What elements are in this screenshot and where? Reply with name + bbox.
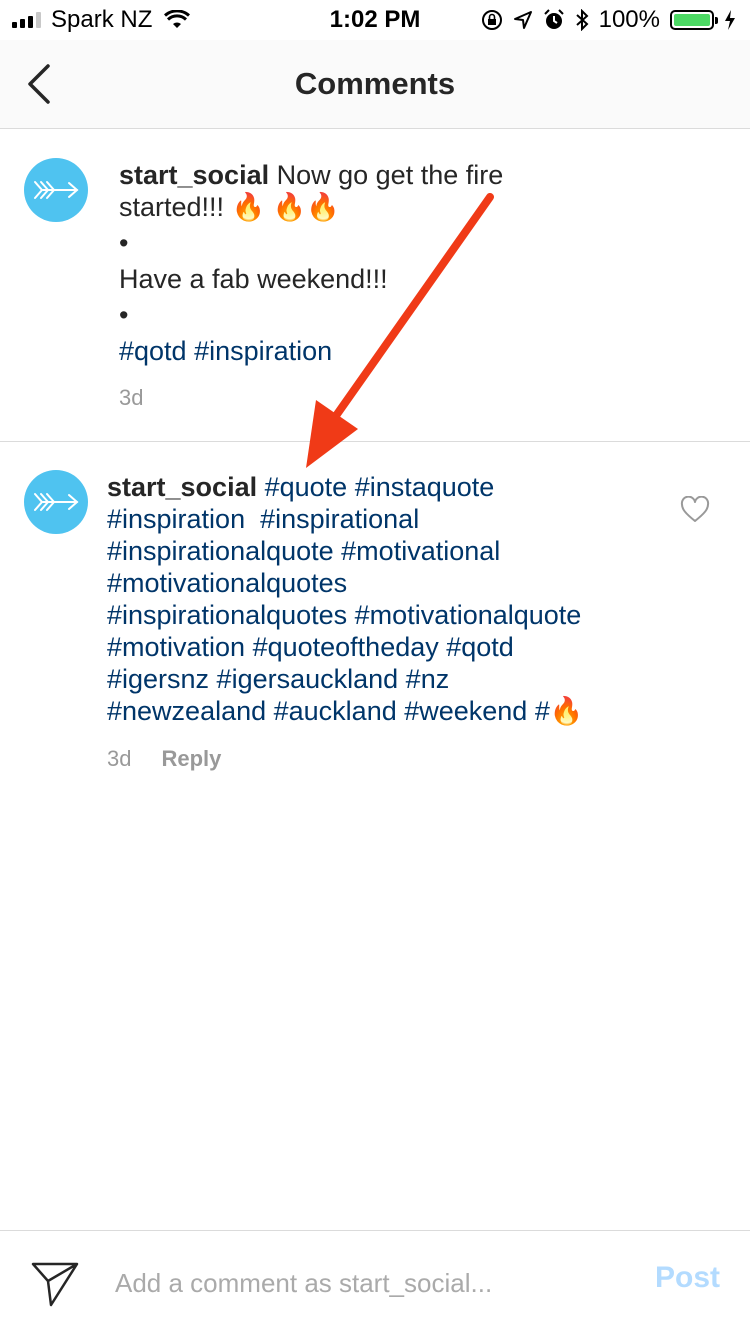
comment-username[interactable]: start_social	[119, 160, 269, 190]
alarm-icon	[543, 9, 564, 29]
location-icon	[513, 11, 532, 29]
rotation-lock-icon	[481, 10, 502, 30]
bullet-line: •	[119, 300, 129, 330]
back-button[interactable]	[20, 60, 64, 108]
paper-plane-icon	[31, 1262, 79, 1307]
battery-icon	[670, 10, 718, 30]
comment-composer: Post	[0, 1230, 750, 1335]
avatar[interactable]	[24, 158, 88, 222]
hashtag-line[interactable]: #igersnz #igersauckland #nz	[107, 663, 667, 695]
battery-percentage: 100%	[598, 6, 660, 33]
comment-username[interactable]: start_social	[107, 472, 257, 502]
hashtag-line[interactable]: #inspirationalquote #motivational	[107, 535, 667, 567]
hashtag-line[interactable]: #inspiration #inspirational	[107, 503, 667, 535]
comment-body: start_social #quote #instaquote #inspira…	[107, 471, 667, 727]
comment-text-line: started!!! 🔥 🔥🔥	[119, 192, 340, 222]
hashtag-line[interactable]: #inspirationalquotes #motivationalquote	[107, 599, 667, 631]
hashtag-line[interactable]: #motivationalquotes	[107, 567, 667, 599]
navigation-header: Comments	[0, 40, 750, 129]
comment-body: start_social Now go get the fire started…	[119, 159, 719, 367]
bluetooth-icon	[575, 9, 589, 31]
avatar[interactable]	[24, 470, 88, 534]
comment-text-line: Have a fab weekend!!!	[119, 264, 388, 294]
like-button[interactable]	[680, 495, 710, 524]
hashtag-line[interactable]: #quote #instaquote	[265, 472, 495, 502]
hashtag-line[interactable]: #motivation #quoteoftheday #qotd	[107, 631, 667, 663]
page-title: Comments	[294, 66, 456, 101]
hashtag-line[interactable]: #qotd #inspiration	[119, 335, 719, 367]
chevron-left-icon	[28, 64, 50, 104]
comment-item: start_social #quote #instaquote #inspira…	[0, 442, 750, 802]
comment-timestamp: 3d	[107, 746, 132, 771]
comment-input[interactable]	[115, 1261, 605, 1305]
comment-meta: 3d Reply	[107, 746, 221, 772]
comment-timestamp: 3d	[119, 385, 144, 410]
post-button[interactable]: Post	[655, 1261, 720, 1295]
reply-button[interactable]: Reply	[161, 746, 221, 771]
arrow-logo-icon	[34, 493, 79, 511]
charging-icon	[725, 10, 735, 30]
heart-outline-icon	[680, 495, 710, 522]
caption-comment: start_social Now go get the fire started…	[0, 129, 750, 441]
direct-message-button[interactable]	[30, 1261, 80, 1307]
status-bar: Spark NZ 1:02 PM 100%	[0, 0, 750, 40]
arrow-logo-icon	[34, 181, 79, 199]
bullet-line: •	[119, 228, 129, 258]
hashtag-line[interactable]: #newzealand #auckland #weekend #🔥	[107, 695, 667, 727]
comment-text-line: Now go get the fire	[276, 160, 504, 190]
